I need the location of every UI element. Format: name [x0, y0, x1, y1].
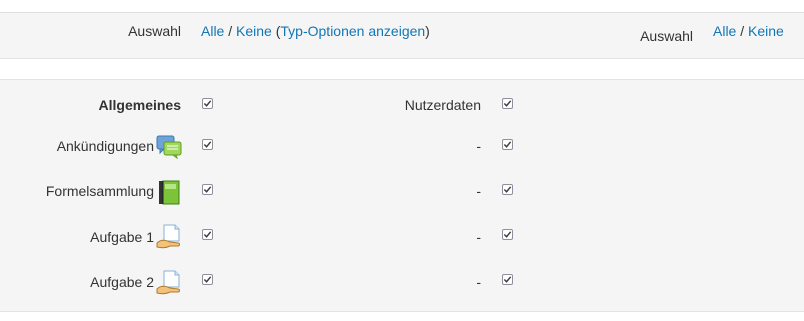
separator: /: [740, 23, 745, 39]
include-checkbox-announcements[interactable]: [202, 139, 213, 150]
book-icon: [159, 180, 180, 205]
select-none-link-right[interactable]: Keine: [748, 23, 784, 39]
select-links-right: Alle / Keine: [713, 22, 784, 40]
userdata-placeholder: -: [476, 183, 481, 199]
userdata-checkbox-formulary[interactable]: [502, 184, 513, 195]
userdata-label: Nutzerdaten: [404, 97, 481, 113]
activity-label-assignment-1: Aufgabe 1: [90, 229, 154, 245]
select-all-link-left[interactable]: Alle: [201, 23, 224, 39]
assignment-icon: [156, 270, 180, 295]
activity-label-announcements: Ankündigungen: [56, 138, 154, 154]
include-checkbox-formulary[interactable]: [202, 184, 213, 195]
include-checkbox-assignment-2[interactable]: [202, 274, 213, 285]
userdata-checkbox-assignment-2[interactable]: [502, 274, 513, 285]
userdata-checkbox-assignment-1[interactable]: [502, 229, 513, 240]
select-label-right: Auswahl: [640, 28, 693, 44]
select-none-link-left[interactable]: Keine: [236, 23, 272, 39]
activity-label-formulary: Formelsammlung: [45, 183, 154, 199]
forum-icon: [156, 135, 182, 159]
userdata-placeholder: -: [476, 229, 481, 245]
userdata-checkbox-announcements[interactable]: [502, 139, 513, 150]
userdata-checkbox-general[interactable]: [502, 98, 513, 109]
show-type-options-link[interactable]: Typ-Optionen anzeigen: [280, 23, 425, 39]
select-all-link-right[interactable]: Alle: [713, 23, 736, 39]
close-paren: ): [425, 23, 430, 39]
include-checkbox-assignment-1[interactable]: [202, 229, 213, 240]
assignment-icon: [156, 224, 180, 249]
userdata-placeholder: -: [476, 274, 481, 290]
userdata-placeholder: -: [476, 138, 481, 154]
activity-label-assignment-2: Aufgabe 2: [90, 274, 154, 290]
separator: /: [228, 23, 233, 39]
select-links-left: Alle / Keine (Typ-Optionen anzeigen): [201, 22, 430, 40]
include-checkbox-general[interactable]: [202, 98, 213, 109]
select-label-left: Auswahl: [128, 23, 181, 39]
section-label-general: Allgemeines: [98, 97, 181, 113]
